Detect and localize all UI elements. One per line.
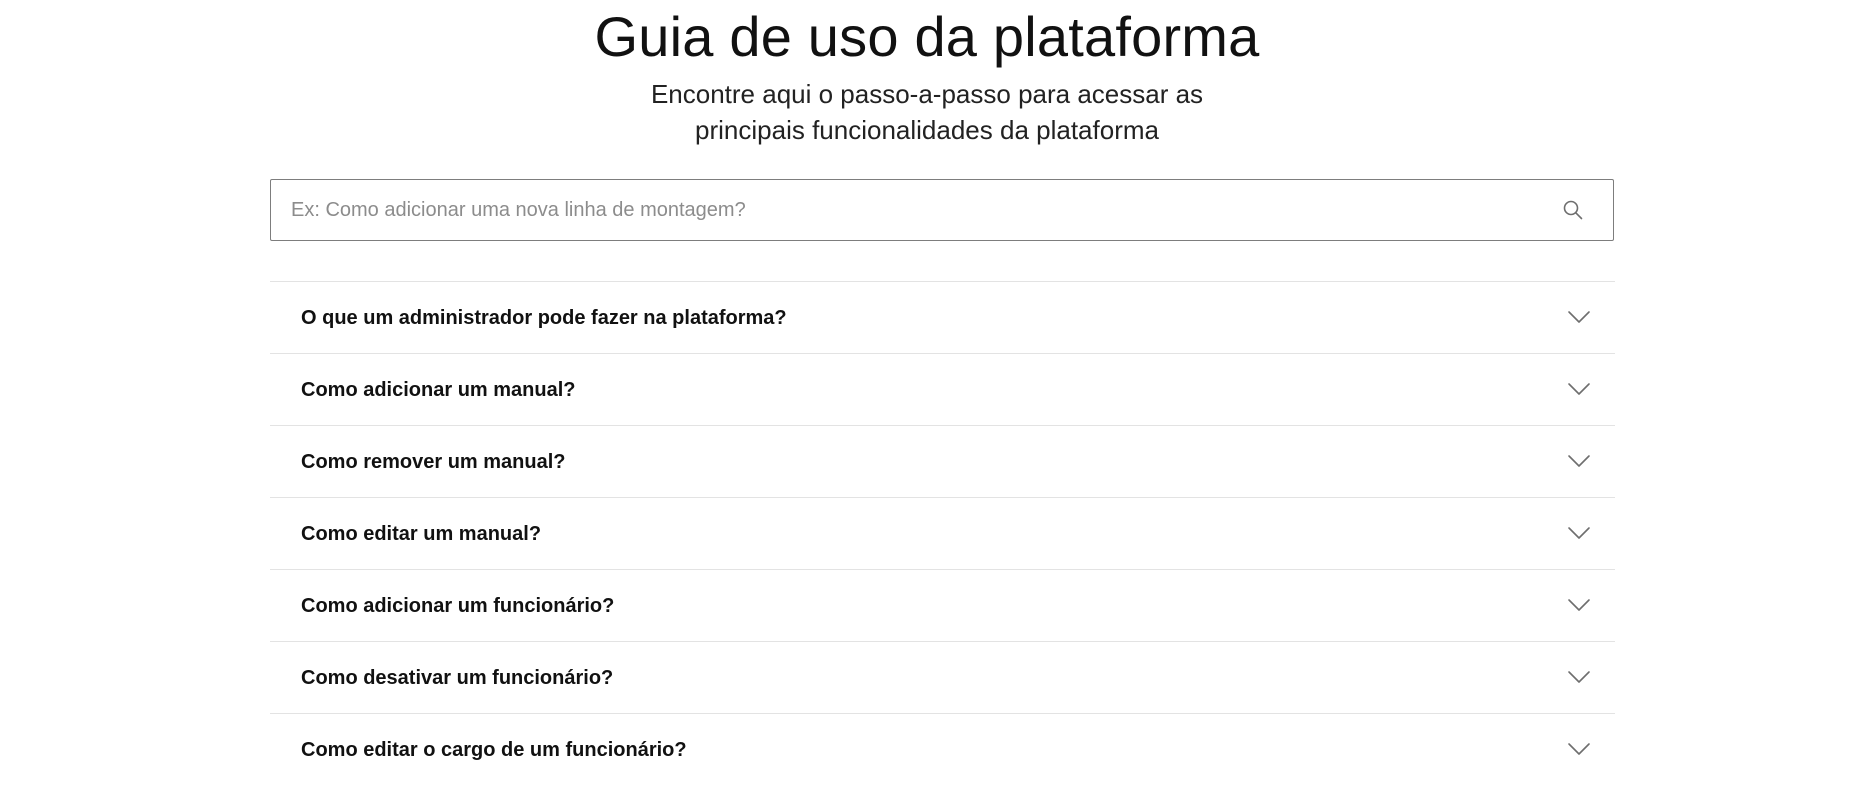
faq-item-administrator[interactable]: O que um administrador pode fazer na pla… [270,282,1615,354]
faq-list: O que um administrador pode fazer na pla… [270,281,1615,786]
faq-question: Como adicionar um funcionário? [301,595,615,617]
faq-item-deactivate-employee[interactable]: Como desativar um funcionário? [270,642,1615,714]
search-icon[interactable] [1561,198,1585,222]
page-subtitle: Encontre aqui o passo-a-passo para acess… [650,79,1204,145]
page-title: Guia de uso da plataforma [594,5,1260,68]
chevron-down-icon [1568,527,1590,539]
faq-item-add-manual[interactable]: Como adicionar um manual? [270,354,1615,426]
faq-item-edit-manual[interactable]: Como editar um manual? [270,498,1615,570]
faq-question: O que um administrador pode fazer na pla… [301,307,787,329]
faq-question: Como desativar um funcionário? [301,667,614,689]
faq-item-remove-manual[interactable]: Como remover um manual? [270,426,1615,498]
chevron-down-icon [1568,311,1590,323]
faq-question: Como editar o cargo de um funcionário? [301,739,687,761]
faq-question: Como remover um manual? [301,451,566,473]
chevron-down-icon [1568,743,1590,755]
chevron-down-icon [1568,599,1590,611]
faq-question: Como editar um manual? [301,523,542,545]
chevron-down-icon [1568,455,1590,467]
search-input[interactable] [271,180,1541,240]
help-page: Guia de uso da plataforma Encontre aqui … [0,0,1854,812]
faq-question: Como adicionar um manual? [301,379,576,401]
faq-item-add-employee[interactable]: Como adicionar um funcionário? [270,570,1615,642]
search-box [270,179,1614,241]
faq-item-edit-employee-role[interactable]: Como editar o cargo de um funcionário? [270,714,1615,786]
chevron-down-icon [1568,671,1590,683]
chevron-down-icon [1568,383,1590,395]
